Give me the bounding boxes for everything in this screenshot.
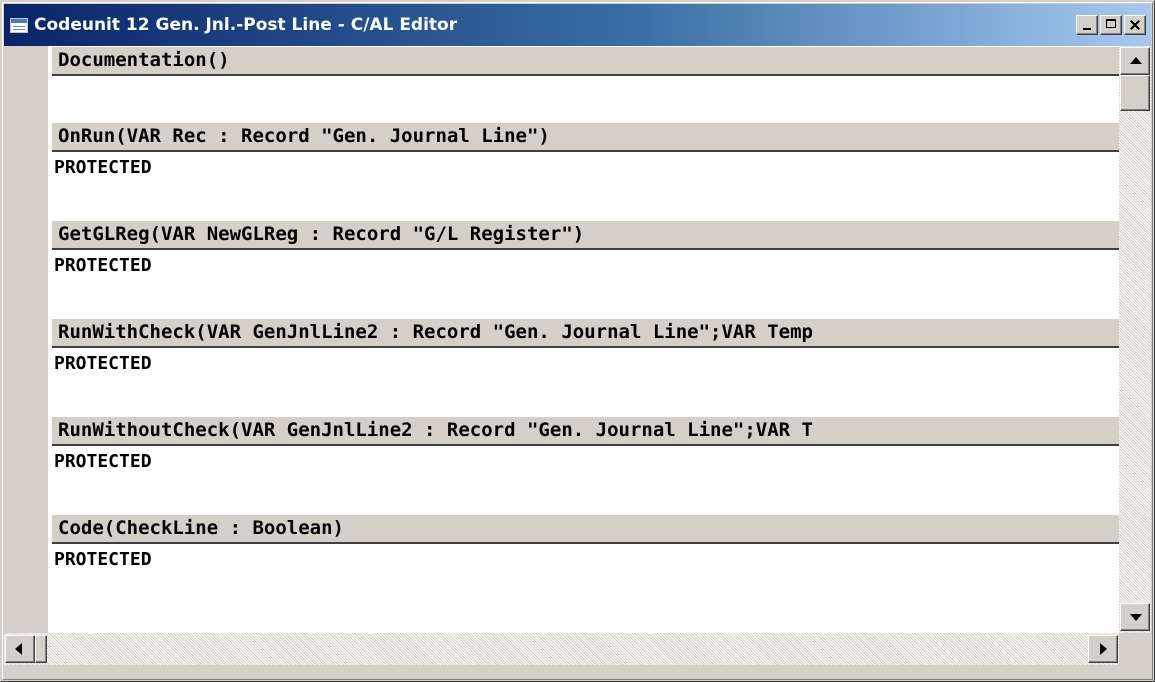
arrow-down-icon[interactable]	[1120, 603, 1150, 631]
section-body-getglreg[interactable]: PROTECTED	[48, 250, 1119, 318]
section-header-code[interactable]: Code(CheckLine : Boolean)	[52, 514, 1119, 544]
section-body-onrun[interactable]: PROTECTED	[48, 152, 1119, 220]
maximize-icon[interactable]	[1100, 15, 1122, 35]
arrow-left-icon[interactable]	[5, 635, 35, 663]
editor-gutter	[4, 46, 48, 633]
title-bar[interactable]: Codeunit 12 Gen. Jnl.-Post Line - C/AL E…	[4, 4, 1151, 46]
arrow-up-icon[interactable]	[1120, 47, 1150, 75]
editor-window: Codeunit 12 Gen. Jnl.-Post Line - C/AL E…	[0, 0, 1155, 682]
section-header-onrun[interactable]: OnRun(VAR Rec : Record "Gen. Journal Lin…	[52, 122, 1119, 152]
client-area: Documentation() OnRun(VAR Rec : Record "…	[4, 46, 1151, 669]
close-icon[interactable]	[1124, 15, 1146, 35]
section-header-getglreg[interactable]: GetGLReg(VAR NewGLReg : Record "G/L Regi…	[52, 220, 1119, 250]
arrow-right-icon[interactable]	[1088, 635, 1118, 663]
vertical-scrollbar[interactable]	[1119, 46, 1151, 633]
horizontal-scroll-thumb[interactable]	[35, 635, 47, 663]
table-icon[interactable]	[10, 17, 28, 33]
section-body-runwithcheck[interactable]: PROTECTED	[48, 348, 1119, 416]
editor-content: Documentation() OnRun(VAR Rec : Record "…	[48, 46, 1119, 633]
minimize-icon[interactable]	[1076, 15, 1098, 35]
section-header-runwithcheck[interactable]: RunWithCheck(VAR GenJnlLine2 : Record "G…	[52, 318, 1119, 348]
section-body-documentation[interactable]	[48, 76, 1119, 122]
code-editor[interactable]: Documentation() OnRun(VAR Rec : Record "…	[4, 46, 1119, 633]
window-controls	[1076, 15, 1146, 35]
section-body-code[interactable]: PROTECTED	[48, 544, 1119, 612]
vertical-scroll-thumb[interactable]	[1120, 75, 1150, 111]
size-grip	[1119, 633, 1151, 665]
section-body-runwithoutcheck[interactable]: PROTECTED	[48, 446, 1119, 514]
horizontal-scrollbar[interactable]	[4, 633, 1119, 665]
section-header-documentation[interactable]: Documentation()	[52, 46, 1119, 76]
window-title: Codeunit 12 Gen. Jnl.-Post Line - C/AL E…	[34, 15, 458, 35]
section-header-runwithoutcheck[interactable]: RunWithoutCheck(VAR GenJnlLine2 : Record…	[52, 416, 1119, 446]
